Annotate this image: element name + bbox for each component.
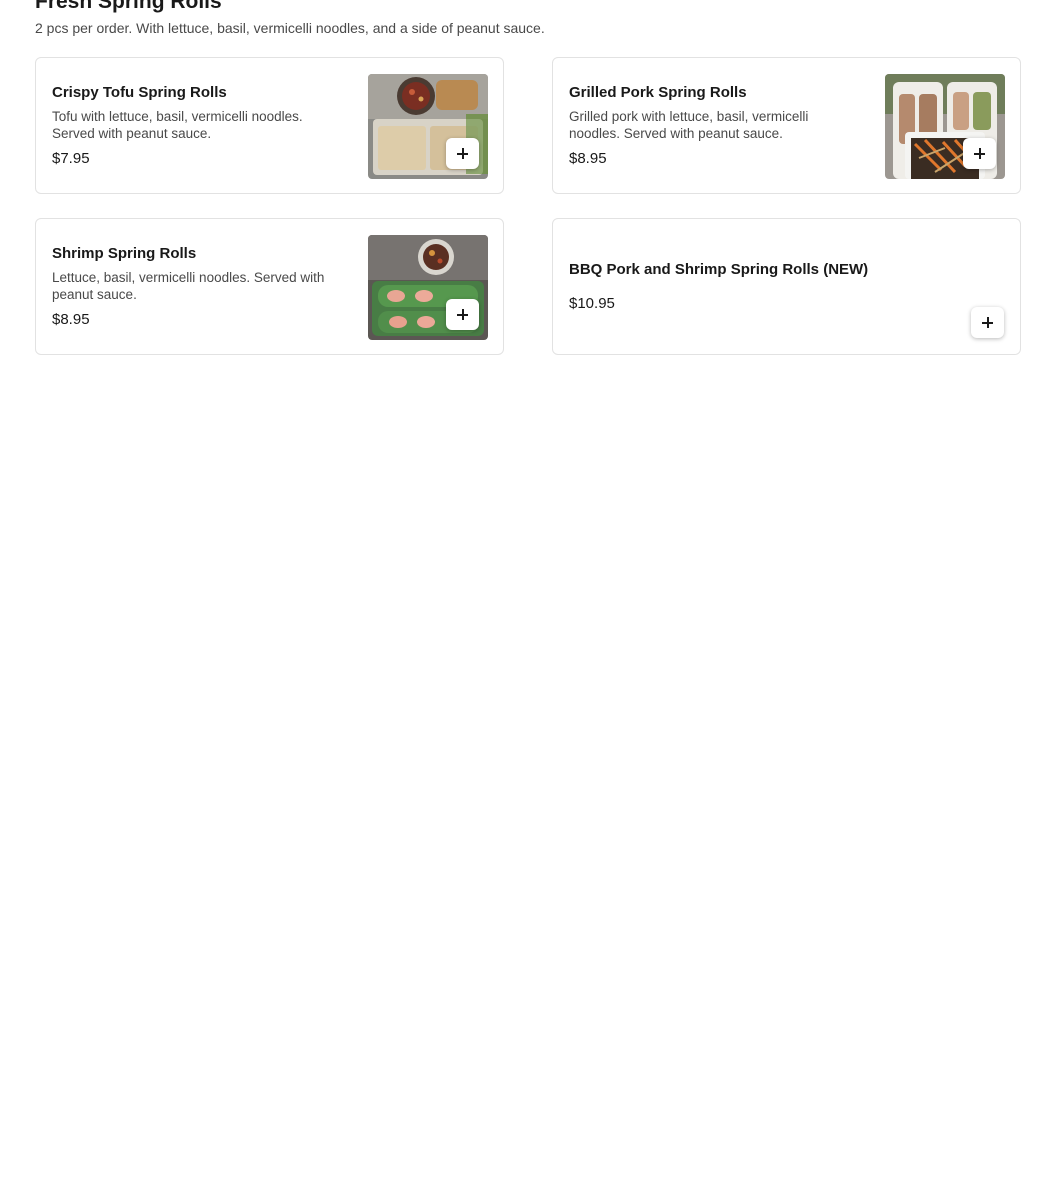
menu-section-header: Fresh Spring Rolls 2 pcs per order. With… [35,0,1021,37]
section-title: Fresh Spring Rolls [35,0,222,13]
menu-item-info: BBQ Pork and Shrimp Spring Rolls (NEW) $… [569,260,989,314]
menu-item-card[interactable]: Grilled Pork Spring Rolls Grilled pork w… [552,57,1021,194]
menu-item-price: $10.95 [569,295,615,312]
add-to-cart-button[interactable] [446,138,479,169]
menu-item-name: Shrimp Spring Rolls [52,245,197,262]
menu-item-info: Shrimp Spring Rolls Lettuce, basil, verm… [52,244,328,330]
menu-item-card[interactable]: Shrimp Spring Rolls Lettuce, basil, verm… [35,218,504,355]
menu-item-price: $8.95 [52,311,90,328]
menu-item-info: Grilled Pork Spring Rolls Grilled pork w… [569,83,845,169]
menu-item-price: $7.95 [52,150,90,167]
menu-item-description: Tofu with lettuce, basil, vermicelli noo… [52,109,303,141]
menu-item-name: BBQ Pork and Shrimp Spring Rolls (NEW) [569,261,869,278]
plus-icon [457,309,468,320]
menu-item-info: Crispy Tofu Spring Rolls Tofu with lettu… [52,83,328,169]
plus-icon [974,148,985,159]
menu-item-card[interactable]: Crispy Tofu Spring Rolls Tofu with lettu… [35,57,504,194]
menu-item-description: Lettuce, basil, vermicelli noodles. Serv… [52,270,325,302]
menu-item-price: $8.95 [569,150,607,167]
plus-icon [982,317,993,328]
add-to-cart-button[interactable] [446,299,479,330]
add-to-cart-button[interactable] [963,138,996,169]
menu-items-grid: Crispy Tofu Spring Rolls Tofu with lettu… [35,57,1021,355]
menu-item-description: Grilled pork with lettuce, basil, vermic… [569,109,809,141]
plus-icon [457,148,468,159]
menu-item-card[interactable]: BBQ Pork and Shrimp Spring Rolls (NEW) $… [552,218,1021,355]
section-description: 2 pcs per order. With lettuce, basil, ve… [35,20,545,36]
menu-item-name: Crispy Tofu Spring Rolls [52,84,227,101]
menu-item-name: Grilled Pork Spring Rolls [569,84,747,101]
add-to-cart-button[interactable] [971,307,1004,338]
